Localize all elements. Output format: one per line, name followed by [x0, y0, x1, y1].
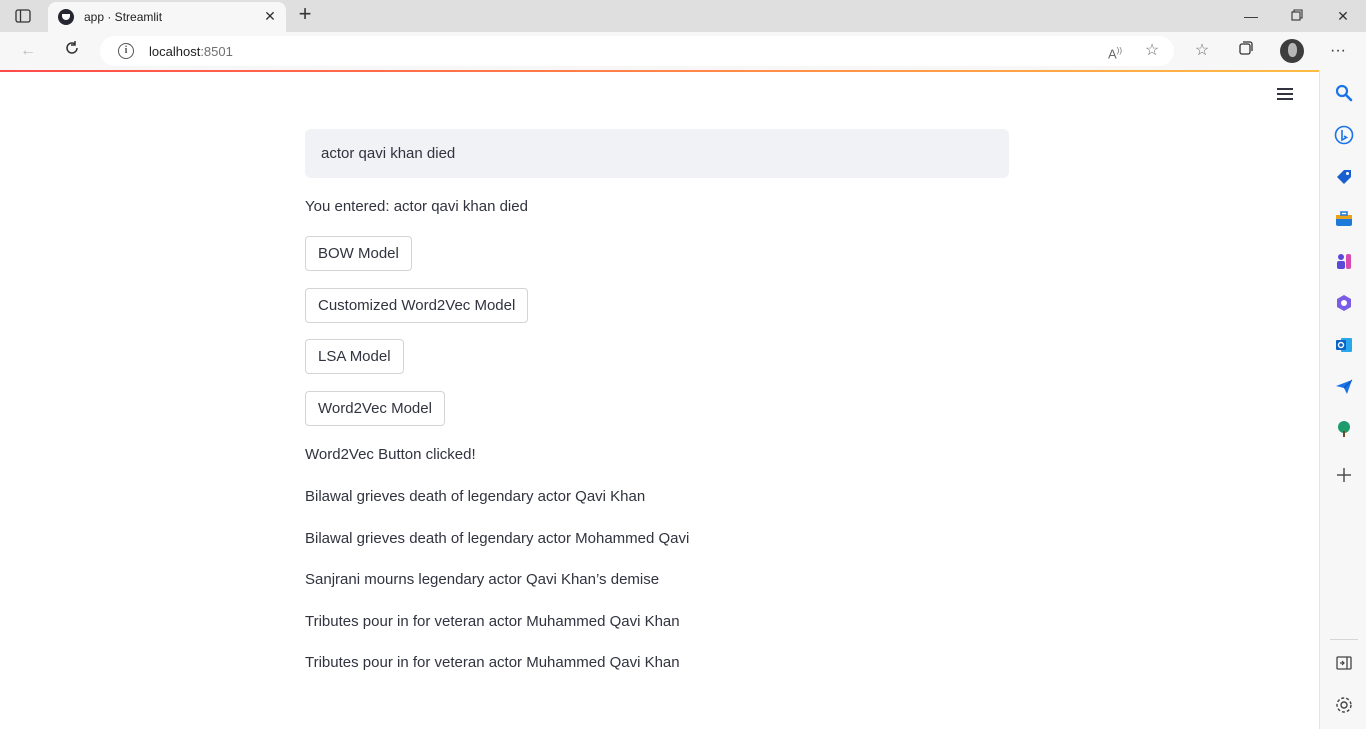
customized-word2vec-model-button[interactable]: Customized Word2Vec Model [305, 288, 529, 323]
result-item: Tributes pour in for veteran actor Muham… [305, 613, 680, 630]
plus-icon[interactable]: + [294, 3, 316, 26]
add-favorite-icon[interactable]: ☆ [1140, 40, 1164, 62]
site-info-icon[interactable]: i [118, 43, 134, 59]
input-label-fragment [305, 99, 313, 109]
streamlit-app: You entered: actor qavi khan died BOW Mo… [0, 72, 1319, 729]
lsa-model-button[interactable]: LSA Model [305, 339, 404, 374]
url-text: localhost:8501 [149, 44, 233, 59]
back-arrow-icon[interactable]: ← [16, 40, 40, 62]
bing-icon[interactable] [1334, 125, 1354, 145]
result-item: Bilawal grieves death of legendary actor… [305, 488, 646, 505]
browser-sidebar [1319, 70, 1366, 729]
address-bar[interactable]: i localhost:8501 [100, 36, 1174, 66]
result-item: Bilawal grieves death of legendary actor… [305, 530, 690, 547]
shopping-tag-icon[interactable] [1334, 167, 1354, 187]
add-sidebar-icon[interactable] [1334, 465, 1354, 485]
url-host: localhost [149, 44, 201, 59]
tab-strip: app · Streamlit ✕ + — ✕ [0, 0, 1366, 32]
microsoft-365-icon[interactable] [1334, 293, 1354, 313]
reload-icon[interactable] [60, 40, 84, 62]
search-icon[interactable] [1334, 83, 1354, 103]
close-icon[interactable]: ✕ [262, 8, 278, 24]
hamburger-menu-icon[interactable] [1277, 88, 1295, 102]
send-drop-icon[interactable] [1334, 377, 1354, 397]
tools-briefcase-icon[interactable] [1334, 209, 1354, 229]
streamlit-favicon-icon [58, 9, 74, 25]
minimize-icon[interactable]: — [1239, 6, 1263, 26]
query-input[interactable] [305, 129, 1009, 178]
read-aloud-icon[interactable]: A)) [1103, 40, 1127, 62]
tab-actions-icon[interactable] [12, 7, 34, 25]
browser-toolbar: ← i localhost:8501 A)) ☆ ☆ ··· [0, 32, 1366, 70]
clicked-message: Word2Vec Button clicked! [305, 446, 476, 463]
result-item: Tributes pour in for veteran actor Muham… [305, 654, 680, 671]
entered-text: You entered: actor qavi khan died [305, 198, 528, 215]
url-port: :8501 [200, 44, 233, 59]
outlook-icon[interactable] [1334, 335, 1354, 355]
hide-sidebar-icon[interactable] [1334, 653, 1354, 673]
result-item: Sanjrani mourns legendary actor Qavi Kha… [305, 571, 660, 588]
profile-avatar[interactable] [1280, 39, 1304, 63]
active-tab[interactable]: app · Streamlit ✕ [48, 2, 286, 32]
settings-gear-icon[interactable] [1334, 695, 1354, 715]
restore-icon[interactable] [1285, 6, 1309, 26]
tree-icon[interactable] [1334, 419, 1354, 439]
window-close-icon[interactable]: ✕ [1331, 6, 1355, 26]
sidebar-divider [1330, 639, 1358, 640]
games-icon[interactable] [1334, 251, 1354, 271]
bow-model-button[interactable]: BOW Model [305, 236, 412, 271]
word2vec-model-button[interactable]: Word2Vec Model [305, 391, 445, 426]
favorites-icon[interactable]: ☆ [1190, 40, 1214, 62]
collections-icon[interactable] [1234, 40, 1258, 62]
tab-title: app · Streamlit [84, 10, 163, 24]
more-options-icon[interactable]: ··· [1326, 40, 1350, 62]
